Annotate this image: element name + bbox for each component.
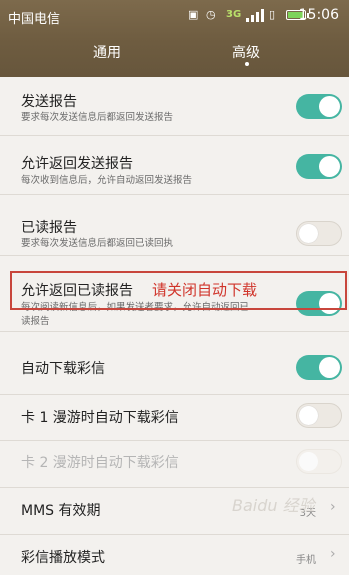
network-type-label: 3G — [226, 9, 242, 20]
setting-subtitle: 每次收到信息后，允许自动返回发送报告 — [21, 175, 193, 186]
watermark: Baidu 经验 — [232, 496, 315, 515]
active-tab-indicator — [245, 62, 249, 66]
card1-roaming-toggle[interactable] — [296, 403, 342, 428]
tab-bar: 通用 高级 — [0, 32, 349, 77]
sim-icon: ▯ — [269, 8, 276, 21]
header: 中国电信 ▣ ◷ 3G ▯ 15:06 通用 高级 — [0, 0, 349, 77]
setting-card2-roaming-download: 卡 2 漫游时自动下载彩信 — [0, 441, 349, 488]
allow-delivery-report-toggle[interactable] — [296, 154, 342, 179]
alarm-icon: ◷ — [206, 8, 216, 21]
setting-card1-roaming-download[interactable]: 卡 1 漫游时自动下载彩信 — [0, 395, 349, 441]
chevron-right-icon: › — [330, 499, 336, 515]
nfc-icon: ▣ — [188, 8, 199, 21]
setting-delivery-report[interactable]: 发送报告 要求每次发送信息后都返回发送报告 — [0, 77, 349, 136]
read-report-toggle[interactable] — [296, 221, 342, 246]
status-bar: 中国电信 ▣ ◷ 3G ▯ 15:06 — [0, 0, 349, 32]
setting-title: 卡 1 漫游时自动下载彩信 — [21, 410, 179, 426]
annotation-text: 请关闭自动下载 — [152, 281, 258, 299]
setting-subtitle: 要求每次发送信息后都返回已读回执 — [21, 238, 174, 249]
tab-general[interactable]: 通用 — [93, 42, 121, 62]
setting-read-report[interactable]: 已读报告 要求每次发送信息后都返回已读回执 — [0, 195, 349, 256]
chevron-right-icon: › — [330, 546, 336, 562]
delivery-report-toggle[interactable] — [296, 94, 342, 119]
auto-download-mms-toggle[interactable] — [296, 355, 342, 380]
setting-auto-download-mms[interactable]: 自动下载彩信 — [0, 332, 349, 395]
setting-allow-delivery-report[interactable]: 允许返回发送报告 每次收到信息后，允许自动返回发送报告 — [0, 136, 349, 195]
signal-icon — [246, 8, 264, 22]
setting-subtitle-cont: 读报告 — [21, 316, 50, 327]
tab-advanced[interactable]: 高级 — [232, 42, 260, 62]
setting-mms-play-mode[interactable]: 彩信播放模式 手机 › — [0, 535, 349, 575]
setting-subtitle: 要求每次发送信息后都返回发送报告 — [21, 112, 174, 123]
setting-title: 发送报告 — [21, 94, 77, 110]
setting-title: MMS 有效期 — [21, 503, 101, 519]
setting-title: 卡 2 漫游时自动下载彩信 — [21, 455, 179, 471]
carrier-label: 中国电信 — [8, 12, 61, 27]
setting-title: 已读报告 — [21, 220, 77, 236]
clock: 15:06 — [298, 7, 339, 23]
setting-title: 彩信播放模式 — [21, 550, 105, 566]
setting-title: 自动下载彩信 — [21, 361, 105, 377]
setting-value: 手机 — [296, 555, 316, 566]
card2-roaming-toggle — [296, 449, 342, 474]
setting-title: 允许返回发送报告 — [21, 156, 133, 172]
